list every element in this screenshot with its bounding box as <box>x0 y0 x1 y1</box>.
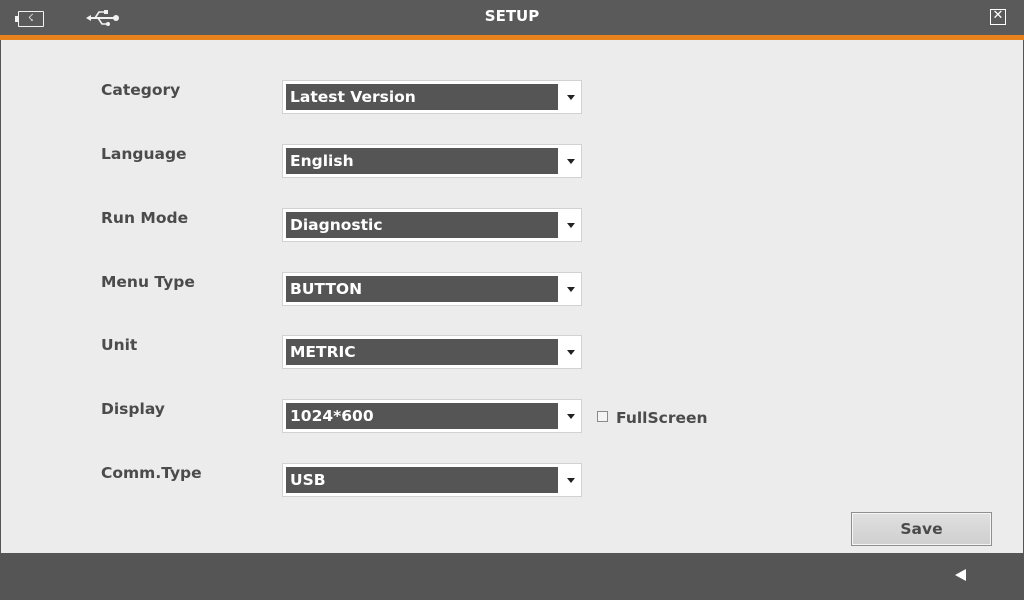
display-label: Display <box>101 400 165 418</box>
chevron-down-icon <box>567 287 575 292</box>
close-icon[interactable]: ✕ <box>990 9 1006 25</box>
unit-value: METRIC <box>286 339 558 365</box>
unit-dropdown[interactable]: METRIC <box>282 335 582 369</box>
language-label: Language <box>101 145 187 163</box>
save-button[interactable]: Save <box>851 512 992 546</box>
run-mode-value: Diagnostic <box>286 212 558 238</box>
unit-label: Unit <box>101 336 138 354</box>
bottom-bar <box>0 553 1024 600</box>
back-arrow-icon[interactable] <box>955 569 966 581</box>
language-value: English <box>286 148 558 174</box>
display-dropdown[interactable]: 1024*600 <box>282 399 582 433</box>
menu-type-value: BUTTON <box>286 276 558 302</box>
menu-type-label: Menu Type <box>101 273 195 291</box>
comm-type-dropdown[interactable]: USB <box>282 463 582 497</box>
category-value: Latest Version <box>286 84 558 110</box>
comm-type-label: Comm.Type <box>101 464 202 482</box>
window-title: SETUP <box>484 7 540 25</box>
menu-type-dropdown[interactable]: BUTTON <box>282 272 582 306</box>
chevron-down-icon <box>567 478 575 483</box>
run-mode-dropdown[interactable]: Diagnostic <box>282 208 582 242</box>
comm-type-value: USB <box>286 467 558 493</box>
title-bar: ☇ SETUP ✕ <box>0 0 1024 35</box>
category-label: Category <box>101 81 181 99</box>
fullscreen-checkbox[interactable] <box>597 411 608 422</box>
chevron-down-icon <box>567 414 575 419</box>
fullscreen-label: FullScreen <box>616 409 708 427</box>
run-mode-label: Run Mode <box>101 209 189 227</box>
display-value: 1024*600 <box>286 403 558 429</box>
chevron-down-icon <box>567 159 575 164</box>
settings-panel: Category Latest Version Language English… <box>1 40 1023 553</box>
language-dropdown[interactable]: English <box>282 144 582 178</box>
chevron-down-icon <box>567 350 575 355</box>
chevron-down-icon <box>567 223 575 228</box>
chevron-down-icon <box>567 95 575 100</box>
category-dropdown[interactable]: Latest Version <box>282 80 582 114</box>
